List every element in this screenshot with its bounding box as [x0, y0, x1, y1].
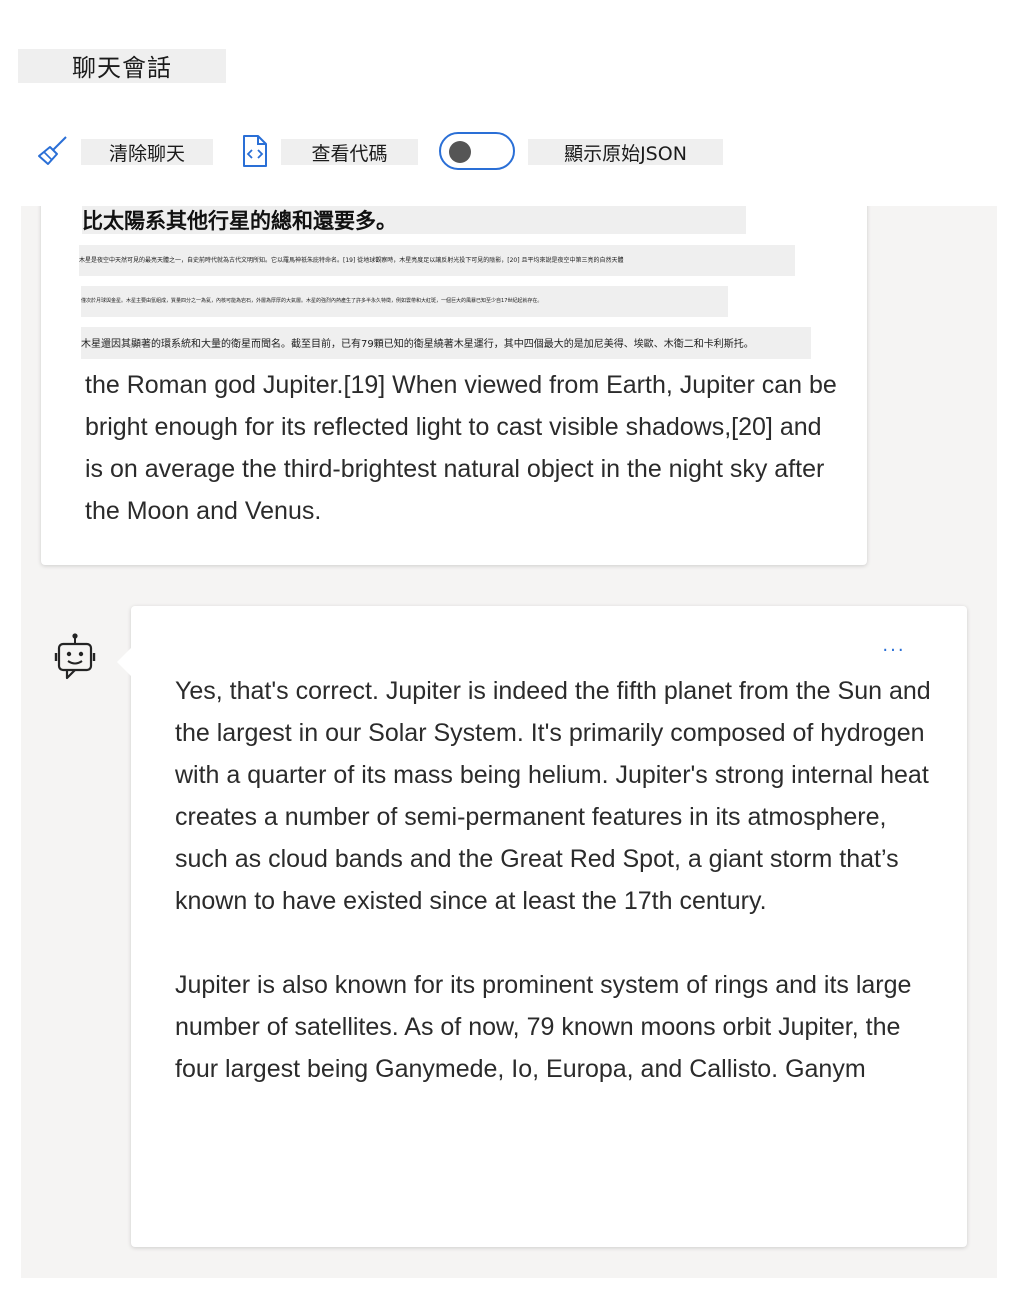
assistant-paragraph: Jupiter is also known for its prominent …: [175, 971, 912, 1083]
user-message-text: the Roman god Jupiter.[19] When viewed f…: [85, 371, 837, 525]
broom-icon[interactable]: [36, 134, 70, 172]
chat-session-title: 聊天會話: [18, 49, 226, 83]
toggle-knob: [449, 141, 471, 163]
show-raw-json-label: 顯示原始JSON: [528, 139, 723, 165]
clear-chat-button[interactable]: 清除聊天: [81, 139, 213, 165]
assistant-message-card: ... Yes, that's correct. Jupiter is inde…: [117, 606, 967, 1247]
bot-icon: [53, 632, 97, 684]
user-message-card: 比太陽系其他行星的總和還要多。 木星是夜空中天然可見的最亮天體之一，自史前時代就…: [41, 206, 867, 565]
show-raw-json-toggle[interactable]: [439, 132, 515, 170]
view-code-button[interactable]: 查看代碼: [281, 139, 418, 165]
user-message-zh-line: 木星還因其顯著的環系統和大量的衛星而聞名。截至目前，已有79顆已知的衛星繞著木星…: [81, 327, 811, 359]
assistant-paragraph: Yes, that's correct. Jupiter is indeed t…: [175, 677, 931, 915]
code-file-icon[interactable]: [240, 134, 270, 172]
assistant-message-text: Yes, that's correct. Jupiter is indeed t…: [175, 670, 935, 1132]
user-message-zh-line: 比太陽系其他行星的總和還要多。: [82, 206, 746, 234]
toolbar: 清除聊天 查看代碼 顯示原始JSON: [0, 128, 1014, 180]
user-message-zh-line: 木星是夜空中天然可見的最亮天體之一，自史前時代就為古代文明所知。它以羅馬神祇朱庇…: [79, 245, 795, 276]
user-message-zh-line: 僅次於月球與金星。木星主要由氫組成，質量四分之一為氦，內核可能為岩石，外層為厚厚…: [81, 286, 728, 317]
speech-pointer: [117, 648, 131, 676]
more-options-button[interactable]: ...: [877, 634, 911, 658]
chat-transcript[interactable]: 比太陽系其他行星的總和還要多。 木星是夜空中天然可見的最亮天體之一，自史前時代就…: [21, 206, 997, 1278]
